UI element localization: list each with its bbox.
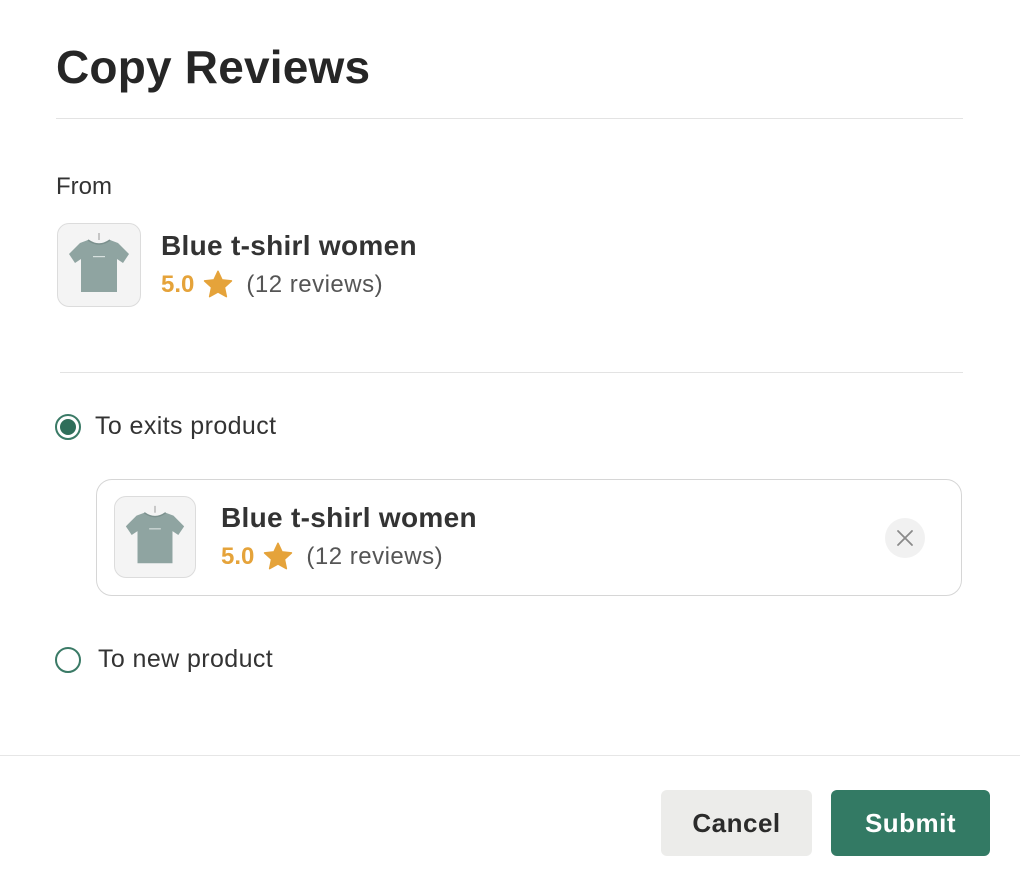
cancel-button[interactable]: Cancel <box>661 790 812 856</box>
tshirt-icon <box>69 233 129 292</box>
submit-button[interactable]: Submit <box>831 790 990 856</box>
rating-value: 5.0 <box>161 271 195 298</box>
tshirt-icon <box>125 505 185 564</box>
radio-button-unselected[interactable] <box>55 646 81 673</box>
remove-product-button[interactable] <box>885 518 925 558</box>
product-name: Blue t-shirl women <box>221 502 477 533</box>
target-product: Blue t-shirl women 5.0 (12 reviews) <box>114 496 477 578</box>
rating-value: 5.0 <box>221 543 255 570</box>
product-thumbnail <box>57 223 141 307</box>
header-divider <box>56 118 963 119</box>
star-icon <box>202 270 234 300</box>
product-rating: 5.0 (12 reviews) <box>221 542 477 572</box>
product-rating: 5.0 (12 reviews) <box>161 270 417 300</box>
option-to-new-product[interactable]: To new product <box>55 645 273 674</box>
from-label: From <box>56 173 112 200</box>
review-count: (12 reviews) <box>246 271 384 298</box>
option-to-existing-product[interactable]: To exits product <box>55 412 277 441</box>
dialog-title: Copy Reviews <box>56 41 371 93</box>
selected-product-card: Blue t-shirl women 5.0 (12 reviews) <box>96 479 962 596</box>
radio-dot <box>60 418 76 435</box>
source-product: Blue t-shirl women 5.0 (12 reviews) <box>57 223 417 307</box>
footer-divider <box>0 755 1020 756</box>
review-count: (12 reviews) <box>306 543 444 570</box>
product-name: Blue t-shirl women <box>161 230 417 261</box>
option-label: To exits product <box>95 412 277 440</box>
section-divider <box>60 372 963 373</box>
option-label: To new product <box>98 645 274 673</box>
radio-button-selected[interactable] <box>55 413 81 440</box>
star-icon <box>262 542 294 572</box>
product-thumbnail <box>114 496 196 578</box>
close-icon <box>897 530 913 546</box>
copy-reviews-dialog: Copy Reviews From Blue t-shirl women 5.0… <box>0 0 1020 889</box>
